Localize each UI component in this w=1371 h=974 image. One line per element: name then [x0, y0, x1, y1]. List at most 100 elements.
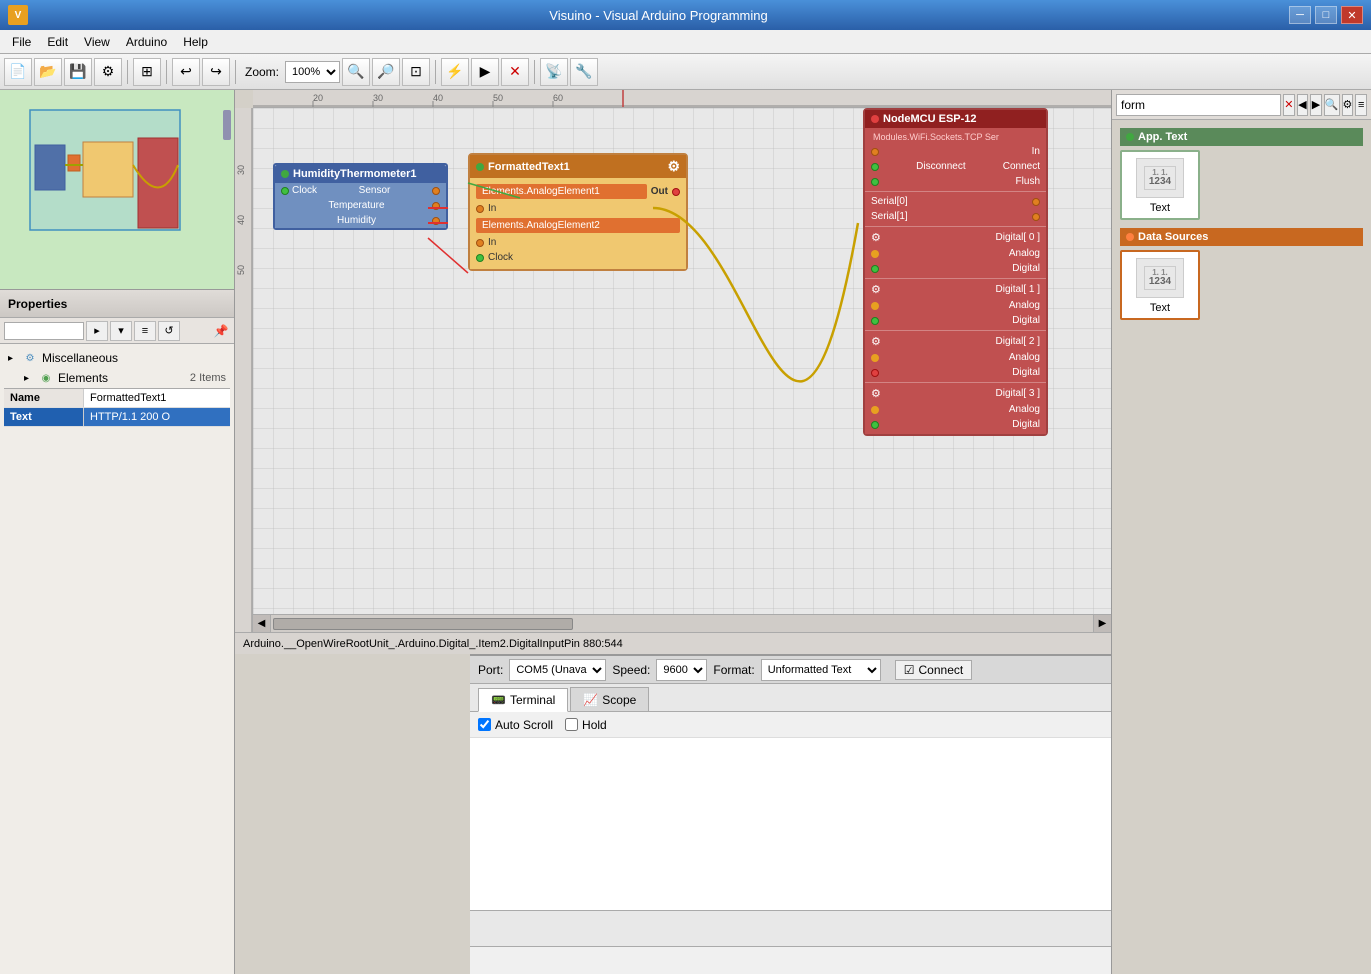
zoom-in-button[interactable]: 🔍 — [342, 58, 370, 86]
scope-tab[interactable]: 📈 Scope — [570, 687, 649, 711]
props-reset-button[interactable]: ↺ — [158, 321, 180, 341]
search-next-button[interactable]: ▶ — [1310, 94, 1322, 116]
search-button[interactable]: 🔍 — [1324, 94, 1340, 116]
formatted-settings-icon[interactable]: ⚙ — [667, 158, 680, 175]
data-sources-card-label: Text — [1150, 302, 1170, 314]
open-button[interactable]: 📂 — [34, 58, 62, 86]
toolbar: 📄 📂 💾 ⚙ ⊞ ↩ ↪ Zoom: 50% 75% 100% 125% 15… — [0, 54, 1371, 90]
compile-button[interactable]: ⚡ — [441, 58, 469, 86]
pin-clock: Clock Sensor — [275, 183, 446, 198]
formatted-title: FormattedText1 — [488, 161, 570, 173]
canvas-scrollbar-h[interactable]: ◀ ▶ — [253, 614, 1111, 632]
component-library: App. Text 1. 1. 1234 Text — [1112, 120, 1371, 974]
svg-text:50: 50 — [236, 265, 246, 275]
serial-button[interactable]: 📡 — [540, 58, 568, 86]
properties-panel: Properties ▸ ▾ ≡ ↺ 📌 ▸ ⚙ Miscellaneous ▸… — [0, 290, 234, 974]
serial0-group: Serial[0] — [865, 191, 1046, 209]
search-filter-button[interactable]: ≡ — [1355, 94, 1367, 116]
pin-clock-dot — [281, 187, 289, 195]
digital2-analog-pin — [871, 354, 879, 362]
pin-humidity: Humidity — [275, 213, 446, 228]
nodemcu-header: NodeMCU ESP-12 — [865, 110, 1046, 128]
humidity-thermometer-node[interactable]: HumidityThermometer1 Clock Sensor — [273, 163, 448, 230]
grid-button[interactable]: ⊞ — [133, 58, 161, 86]
search-options-button[interactable]: ⚙ — [1342, 94, 1354, 116]
format-select[interactable]: Unformatted Text — [761, 659, 881, 681]
menu-help[interactable]: Help — [175, 33, 216, 51]
menu-edit[interactable]: Edit — [39, 33, 76, 51]
props-collapse-button[interactable]: ▾ — [110, 321, 132, 341]
digital2-group: ⚙ Digital[ 2 ] Analog Digital — [865, 330, 1046, 380]
redo-button[interactable]: ↪ — [202, 58, 230, 86]
data-sources-label: Data Sources — [1138, 231, 1208, 243]
hold-checkbox[interactable] — [565, 718, 578, 731]
props-filter-button[interactable]: ≡ — [134, 321, 156, 341]
scope-tab-icon: 📈 — [583, 693, 598, 707]
ads-bar: Arduino eBay Ads: 🛒 ⏸ — [470, 946, 1111, 974]
properties-table: Name FormattedText1 Text HTTP/1.1 200 O — [4, 388, 230, 427]
scroll-left-arrow[interactable]: ◀ — [253, 615, 271, 633]
tree-miscellaneous[interactable]: ▸ ⚙ Miscellaneous — [4, 348, 230, 368]
scroll-thumb-h[interactable] — [273, 618, 573, 630]
data-sources-text-card[interactable]: 1. 1. 1234 Text — [1120, 250, 1200, 320]
tree-elements[interactable]: ▸ ◉ Elements 2 Items — [4, 368, 230, 388]
autoscroll-checkbox[interactable] — [478, 718, 491, 731]
zoom-fit-button[interactable]: ⊡ — [402, 58, 430, 86]
props-pin-button[interactable]: 📌 — [212, 322, 230, 340]
nodemcu-in-row: In — [865, 144, 1046, 159]
close-button[interactable]: ✕ — [1341, 6, 1363, 24]
search-clear-button[interactable]: ✕ — [1283, 94, 1295, 116]
separator2 — [166, 60, 167, 84]
tree-toggle-elements: ▸ — [24, 373, 38, 384]
canvas-area: 20 30 40 50 60 30 40 — [235, 90, 1111, 632]
props-row-text[interactable]: Text HTTP/1.1 200 O — [4, 408, 230, 427]
port-label: Port: — [478, 663, 503, 677]
element1-label: Elements.AnalogElement1 — [476, 184, 647, 199]
terminal-tab[interactable]: 📟 Terminal — [478, 688, 568, 712]
props-expand-button[interactable]: ▸ — [86, 321, 108, 341]
autoscroll-label[interactable]: Auto Scroll — [478, 718, 553, 732]
scroll-right-arrow[interactable]: ▶ — [1093, 615, 1111, 633]
props-val-text[interactable]: HTTP/1.1 200 O — [84, 408, 230, 426]
nodemcu-serial0-label: Serial[0] — [871, 196, 908, 207]
canvas-background[interactable]: HumidityThermometer1 Clock Sensor — [253, 108, 1111, 614]
app-text-card[interactable]: 1. 1. 1234 Text — [1120, 150, 1200, 220]
tree-value-elements: 2 Items — [190, 372, 226, 384]
digital0-group: ⚙ Digital[ 0 ] Analog Digital — [865, 226, 1046, 276]
minimize-button[interactable]: ─ — [1289, 6, 1311, 24]
formatted-text-node[interactable]: FormattedText1 ⚙ Elements.AnalogElement1… — [468, 153, 688, 271]
clock-label: Clock — [488, 252, 513, 263]
stop-button[interactable]: ✕ — [501, 58, 529, 86]
menu-arduino[interactable]: Arduino — [118, 33, 175, 51]
save-button[interactable]: 💾 — [64, 58, 92, 86]
menu-view[interactable]: View — [76, 33, 118, 51]
speed-select[interactable]: 9600 — [656, 659, 707, 681]
new-button[interactable]: 📄 — [4, 58, 32, 86]
upload-button[interactable]: ▶ — [471, 58, 499, 86]
connect-checkbox-icon: ☑ — [904, 663, 915, 677]
search-prev-button[interactable]: ◀ — [1297, 94, 1309, 116]
hold-text: Hold — [582, 718, 607, 732]
menu-file[interactable]: File — [4, 33, 39, 51]
toolbar-icon4[interactable]: ⚙ — [94, 58, 122, 86]
zoom-reset-button[interactable]: 🔎 — [372, 58, 400, 86]
terminal-tabs: 📟 Terminal 📈 Scope — [470, 684, 1111, 712]
restore-button[interactable]: □ — [1315, 6, 1337, 24]
formatted-status-dot — [476, 163, 484, 171]
undo-button[interactable]: ↩ — [172, 58, 200, 86]
port-select[interactable]: COM5 (Unava — [509, 659, 606, 681]
zoom-select[interactable]: 50% 75% 100% 125% 150% 200% — [285, 61, 340, 83]
main-layout: Properties ▸ ▾ ≡ ↺ 📌 ▸ ⚙ Miscellaneous ▸… — [0, 90, 1371, 974]
svg-text:20: 20 — [313, 93, 323, 103]
node-header-humidity: HumidityThermometer1 — [275, 165, 446, 183]
properties-search[interactable] — [4, 322, 84, 340]
nodemcu-body: Modules.WiFi.Sockets.TCP Ser In Disconne… — [865, 128, 1046, 434]
digital0-label-row: ⚙ Digital[ 0 ] — [865, 229, 1046, 246]
nodemcu-node[interactable]: NodeMCU ESP-12 Modules.WiFi.Sockets.TCP … — [863, 108, 1048, 436]
search-input[interactable] — [1116, 94, 1281, 116]
hold-label[interactable]: Hold — [565, 718, 607, 732]
digital2-analog-row: Analog — [865, 350, 1046, 365]
connect-button[interactable]: ☑ Connect — [895, 660, 972, 680]
digital0-digital-label: Digital — [1012, 263, 1040, 274]
board-button[interactable]: 🔧 — [570, 58, 598, 86]
